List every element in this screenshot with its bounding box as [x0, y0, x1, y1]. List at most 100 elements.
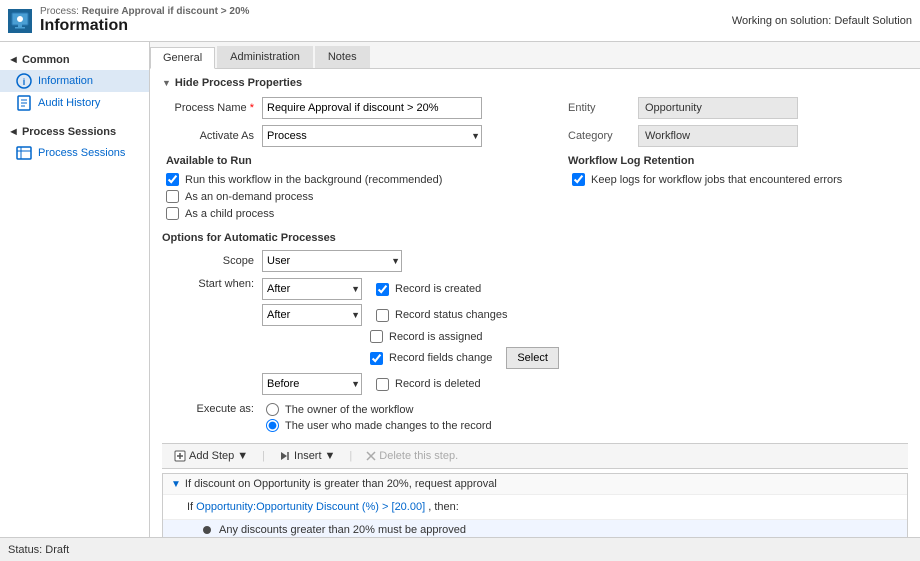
child-process-label: As a child process	[185, 208, 274, 220]
tab-notes[interactable]: Notes	[315, 46, 370, 68]
record-deleted-label: Record is deleted	[395, 378, 481, 390]
owner-radio-row: The owner of the workflow	[262, 403, 492, 416]
start-when-row-4: Record fields change Select	[370, 347, 559, 369]
left-column: Process Name * Activate As Process	[162, 97, 556, 224]
record-deleted-checkbox[interactable]	[376, 378, 389, 391]
owner-radio[interactable]	[266, 403, 279, 416]
sidebar-audit-label: Audit History	[38, 97, 100, 109]
section-toggle-icon[interactable]: ▼	[162, 78, 171, 88]
activate-as-select[interactable]: Process	[262, 125, 482, 147]
add-step-arrow-icon: ▼	[237, 450, 248, 462]
start-when-section: Start when: After ▼ Record is create	[162, 278, 908, 399]
record-assigned-checkbox[interactable]	[370, 330, 383, 343]
activate-as-label: Activate As	[162, 130, 262, 142]
before-select[interactable]: Before	[262, 373, 362, 395]
record-created-checkbox[interactable]	[376, 283, 389, 296]
add-step-button[interactable]: Add Step ▼	[170, 448, 252, 464]
process-subtitle: Process: Require Approval if discount > …	[40, 6, 249, 17]
delete-icon	[366, 451, 376, 461]
two-column-layout: Process Name * Activate As Process	[162, 97, 908, 224]
on-demand-label: As an on-demand process	[185, 191, 313, 203]
workflow-step: ▼ If discount on Opportunity is greater …	[163, 474, 907, 495]
owner-label: The owner of the workflow	[285, 404, 413, 416]
user-changes-label: The user who made changes to the record	[285, 420, 492, 432]
condition-prefix: If	[187, 501, 196, 513]
available-to-run-header: Available to Run	[162, 155, 556, 167]
add-step-label: Add Step	[189, 450, 234, 462]
after-1-select[interactable]: After	[262, 278, 362, 300]
activate-as-row: Activate As Process ▼	[162, 125, 556, 147]
workflow-toolbar: Add Step ▼ | Insert ▼ |	[162, 443, 908, 469]
sidebar-process-sessions-header[interactable]: ◄ Process Sessions	[0, 122, 149, 142]
add-step-icon	[174, 450, 186, 462]
sidebar-information-label: Information	[38, 75, 93, 87]
on-demand-row: As an on-demand process	[162, 190, 556, 203]
run-background-row: Run this workflow in the background (rec…	[162, 173, 556, 186]
after-2-select[interactable]: After	[262, 304, 362, 326]
process-name-label: Process Name *	[162, 102, 262, 114]
content-area: General Administration Notes ▼ Hide Proc…	[150, 42, 920, 537]
condition-suffix: , then:	[428, 501, 459, 513]
on-demand-checkbox[interactable]	[166, 190, 179, 203]
step-expand-icon[interactable]: ▼	[171, 479, 181, 490]
record-status-label: Record status changes	[395, 309, 508, 321]
info-icon: i	[16, 73, 32, 89]
status-label: Status: Draft	[8, 544, 69, 556]
start-when-row-2: After ▼ Record status changes	[262, 304, 559, 326]
options-section: Options for Automatic Processes Scope Us…	[162, 232, 908, 435]
tab-administration[interactable]: Administration	[217, 46, 313, 68]
process-icon	[8, 9, 32, 33]
child-process-row: As a child process	[162, 207, 556, 220]
sidebar-common-header[interactable]: ◄ Common	[0, 50, 149, 70]
record-status-checkbox[interactable]	[376, 309, 389, 322]
sidebar-process-sessions-label: Process Sessions	[38, 147, 125, 159]
record-assigned-label: Record is assigned	[389, 331, 483, 343]
entity-label: Entity	[568, 102, 638, 114]
insert-button[interactable]: Insert ▼	[275, 448, 339, 464]
action-bullet	[203, 526, 211, 534]
workflow-condition: If Opportunity:Opportunity Discount (%) …	[163, 495, 907, 520]
user-changes-radio[interactable]	[266, 419, 279, 432]
sidebar-item-process-sessions[interactable]: Process Sessions	[0, 142, 149, 164]
audit-icon	[16, 95, 32, 111]
child-process-checkbox[interactable]	[166, 207, 179, 220]
start-when-row-1: After ▼ Record is created	[262, 278, 559, 300]
delete-step-button[interactable]: Delete this step.	[362, 448, 462, 464]
process-name-input[interactable]	[262, 97, 482, 119]
top-header: Process: Require Approval if discount > …	[0, 0, 920, 42]
log-retention-section: Workflow Log Retention Keep logs for wor…	[568, 155, 908, 186]
keep-logs-checkbox[interactable]	[572, 173, 585, 186]
tabs: General Administration Notes	[150, 42, 920, 69]
required-star: *	[250, 102, 254, 114]
select-button[interactable]: Select	[506, 347, 559, 369]
after-1-wrapper: After ▼	[262, 278, 362, 300]
sessions-icon	[16, 145, 32, 161]
entity-value: Opportunity	[638, 97, 798, 119]
header-title-group: Process: Require Approval if discount > …	[40, 6, 249, 35]
scope-label: Scope	[162, 255, 262, 267]
run-background-checkbox[interactable]	[166, 173, 179, 186]
sidebar: ◄ Common i Information Audit History ◄ P…	[0, 42, 150, 537]
solution-label: Working on solution: Default Solution	[732, 15, 912, 27]
right-column: Entity Opportunity Category Workflow Wor…	[568, 97, 908, 224]
record-fields-checkbox[interactable]	[370, 352, 383, 365]
user-changes-radio-row: The user who made changes to the record	[262, 419, 492, 432]
section-title: Hide Process Properties	[175, 77, 302, 89]
condition-link[interactable]: Opportunity:Opportunity Discount (%) > […	[196, 501, 425, 513]
keep-logs-label: Keep logs for workflow jobs that encount…	[591, 174, 842, 186]
scope-select[interactable]: User	[262, 250, 402, 272]
status-bar: Status: Draft	[0, 537, 920, 561]
sidebar-item-information[interactable]: i Information	[0, 70, 149, 92]
tab-general[interactable]: General	[150, 47, 215, 69]
start-when-rows: After ▼ Record is created After	[262, 278, 559, 399]
insert-arrow-icon: ▼	[325, 450, 336, 462]
workflow-action-row: Any discounts greater than 20% must be a…	[163, 520, 907, 537]
entity-row: Entity Opportunity	[568, 97, 908, 119]
execute-as-section: Execute as: The owner of the workflow Th…	[162, 403, 908, 435]
before-wrapper: Before ▼	[262, 373, 362, 395]
sidebar-item-audit-history[interactable]: Audit History	[0, 92, 149, 114]
scope-row: Scope User ▼	[162, 250, 908, 272]
process-name-row: Process Name *	[162, 97, 556, 119]
start-when-row-5: Before ▼ Record is deleted	[262, 373, 559, 395]
section-header: ▼ Hide Process Properties	[162, 77, 908, 89]
